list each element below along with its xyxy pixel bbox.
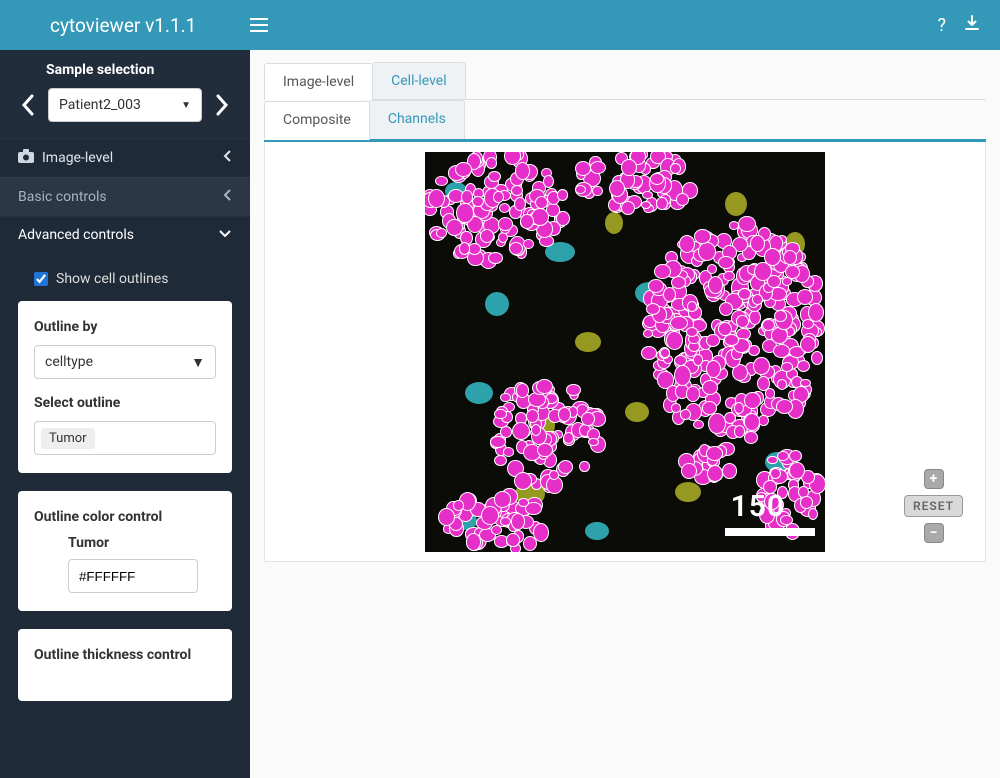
outline-tag: Tumor <box>41 428 95 449</box>
scale-bar <box>725 528 815 536</box>
select-outline-label: Select outline <box>34 395 216 411</box>
next-sample-button[interactable] <box>210 89 234 121</box>
outline-by-label: Outline by <box>34 319 216 335</box>
app-title: cytoviewer v1.1.1 <box>0 14 250 37</box>
zoom-in-button[interactable]: + <box>924 469 944 489</box>
sample-select[interactable]: Patient2_003 ▼ <box>48 88 202 122</box>
outline-by-value: celltype <box>45 354 93 370</box>
chevron-left-icon <box>222 149 232 167</box>
color-control-title: Outline color control <box>34 509 216 525</box>
tab-cell-level[interactable]: Cell-level <box>372 62 465 99</box>
zoom-controls: + RESET − <box>904 469 963 543</box>
menu-advanced-controls[interactable]: Advanced controls <box>0 216 250 253</box>
caret-down-icon: ▼ <box>181 100 191 111</box>
menu-label: Image-level <box>42 150 113 166</box>
zoom-out-button[interactable]: − <box>924 523 944 543</box>
sample-selection-label: Sample selection <box>46 62 234 78</box>
thickness-title: Outline thickness control <box>34 647 216 663</box>
show-outlines-checkbox[interactable] <box>34 272 48 286</box>
menu-label: Basic controls <box>18 189 107 205</box>
select-outline-input[interactable]: Tumor <box>34 421 216 455</box>
sample-select-value: Patient2_003 <box>59 97 141 113</box>
help-icon[interactable]: ? <box>937 15 946 36</box>
menu-image-level[interactable]: Image-level <box>0 138 250 177</box>
color-field-label: Tumor <box>68 535 216 551</box>
download-icon[interactable] <box>964 15 980 36</box>
hamburger-icon[interactable] <box>250 18 280 32</box>
tab-image-level[interactable]: Image-level <box>264 63 373 100</box>
scale-label: 150 <box>731 489 785 524</box>
menu-basic-controls[interactable]: Basic controls <box>0 177 250 216</box>
color-value-input[interactable] <box>68 559 198 593</box>
level-tabs: Image-level Cell-level <box>264 62 986 100</box>
tab-channels[interactable]: Channels <box>369 100 465 139</box>
outline-by-select[interactable]: celltype ▼ <box>34 345 216 379</box>
outline-color-card: Outline color control Tumor <box>18 491 232 611</box>
chevron-left-icon <box>222 188 232 206</box>
tab-composite[interactable]: Composite <box>264 101 370 140</box>
image-viewer[interactable]: 150 <box>425 152 825 552</box>
outline-thickness-card: Outline thickness control <box>18 629 232 701</box>
show-outlines-label: Show cell outlines <box>56 271 169 287</box>
camera-icon <box>18 149 34 167</box>
viewer-panel: 150 + RESET − <box>264 142 986 562</box>
view-tabs: Composite Channels <box>264 100 986 140</box>
zoom-reset-button[interactable]: RESET <box>904 495 963 517</box>
chevron-down-icon <box>218 227 232 243</box>
menu-label: Advanced controls <box>18 227 134 243</box>
outline-by-card: Outline by celltype ▼ Select outline Tum… <box>18 301 232 473</box>
main-content: Image-level Cell-level Composite Channel… <box>250 50 1000 778</box>
sidebar: Sample selection Patient2_003 ▼ <box>0 50 250 778</box>
prev-sample-button[interactable] <box>16 89 40 121</box>
app-header: cytoviewer v1.1.1 ? <box>0 0 1000 50</box>
advanced-controls-panel: Show cell outlines Outline by celltype ▼… <box>0 253 250 749</box>
caret-down-icon: ▼ <box>191 354 205 371</box>
